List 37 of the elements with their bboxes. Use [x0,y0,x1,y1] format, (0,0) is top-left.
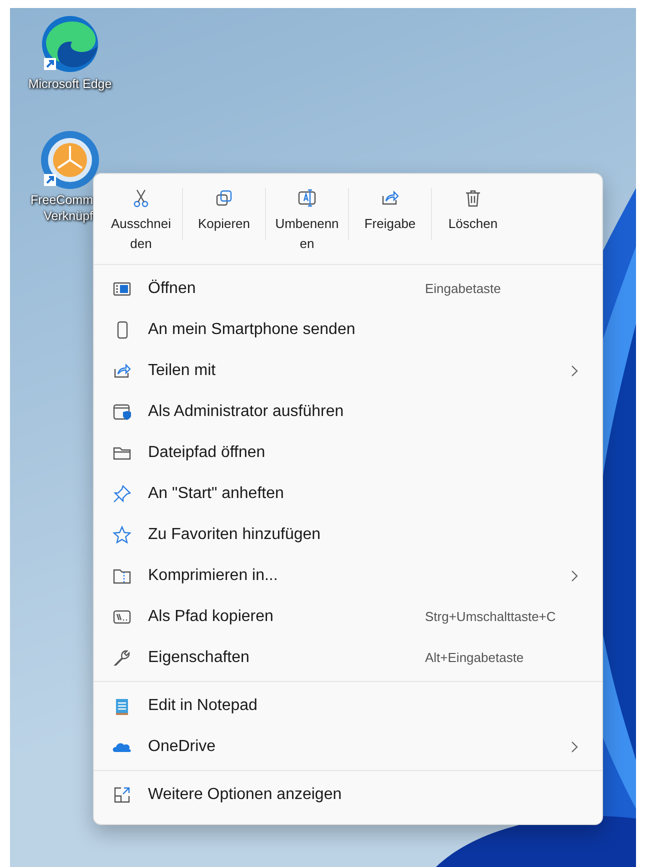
icon-label: FreeComm [30,192,93,208]
menu-item[interactable]: An mein Smartphone senden [94,309,602,350]
menu-item[interactable]: Öffnen Eingabetaste [94,268,602,309]
menu-item[interactable]: An "Start" anheften [94,473,602,514]
toolbar-button[interactable]: Ausschneiden [100,184,182,258]
icon-label: Verknüpf [44,208,93,224]
menu-item[interactable]: Weitere Optionen anzeigen [94,774,602,815]
shortcut-text: Eingabetaste [425,281,502,296]
rename-icon [297,188,317,208]
chevron-right-icon [570,570,578,582]
menu-item[interactable]: Teilen mit [94,350,602,391]
shortcut-text: Alt+Eingabetaste [425,650,525,665]
menu-item[interactable]: Als Pfad kopieren Strg+Umschalttaste+C [94,596,602,637]
menu-item[interactable]: Edit in Notepad [94,685,602,726]
icon-label: Microsoft Edge [28,76,112,92]
menu-item[interactable]: Dateipfad öffnen [94,432,602,473]
menu-item[interactable]: Eigenschaften Alt+Eingabetaste [94,637,602,678]
toolbar-button[interactable]: Kopieren [183,184,265,238]
menu-item[interactable]: OneDrive [94,726,602,767]
scissors-icon [131,188,151,208]
menu-item[interactable]: Als Administrator ausführen [94,391,602,432]
toolbar-button[interactable]: Umbenennen [266,184,348,258]
toolbar-button[interactable]: Freigabe [349,184,431,238]
toolbar-button[interactable]: Löschen [432,184,514,238]
menu-item[interactable]: Zu Favoriten hinzufügen [94,514,602,555]
shortcut-text: Strg+Umschalttaste+C [425,609,557,624]
pin-icon [112,484,132,504]
chevron-right-icon [570,364,578,376]
shield-icon [112,402,132,422]
star-icon [112,524,132,544]
wrench-icon [112,648,132,668]
trash-icon [463,188,483,208]
chevron-right-icon [570,740,578,752]
copy-icon [214,188,234,208]
compass-icon[interactable] [38,128,102,192]
expand-icon [112,784,132,804]
menu-item[interactable]: Komprimieren in... [94,555,602,596]
